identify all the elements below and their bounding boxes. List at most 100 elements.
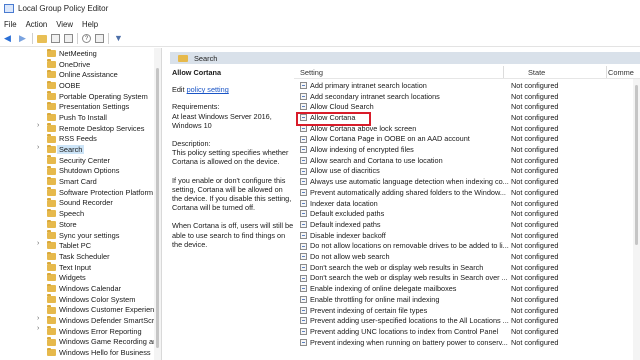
setting-row[interactable]: Allow use of diacritics Not configured (294, 166, 640, 177)
forward-arrow-icon[interactable]: ▶ (17, 33, 28, 44)
back-arrow-icon[interactable]: ◀ (2, 33, 13, 44)
tree-scrollbar[interactable] (154, 48, 161, 360)
setting-row[interactable]: Prevent indexing of certain file types No… (294, 305, 640, 316)
setting-row[interactable]: Allow indexing of encrypted files Not con… (294, 144, 640, 155)
tree-item[interactable]: Push To Install (0, 112, 161, 123)
tree-item[interactable]: Store (0, 219, 161, 230)
chevron-right-icon[interactable]: › (37, 122, 39, 129)
tree-item[interactable]: Windows Calendar (0, 283, 161, 294)
filter-icon[interactable]: ▼ (113, 33, 124, 44)
setting-name: Prevent automatically adding shared fold… (310, 187, 506, 197)
tree-item[interactable]: Widgets (0, 272, 161, 283)
menu-view[interactable]: View (56, 20, 73, 29)
chevron-right-icon[interactable]: › (37, 315, 39, 322)
tree-item[interactable]: › Windows Error Reporting (0, 325, 161, 337)
toolbar-separator (77, 33, 78, 44)
tree-item[interactable]: Windows Customer Experience (0, 305, 161, 316)
title-bar: Local Group Policy Editor (0, 0, 640, 17)
list-scrollbar[interactable] (633, 79, 640, 360)
setting-name: Do not allow locations on removable driv… (310, 241, 509, 251)
menu-bar: File Action View Help (0, 17, 640, 31)
tree-item[interactable]: › Windows Defender SmartScree (0, 315, 161, 326)
tree-item[interactable]: › Tablet PC (0, 240, 161, 251)
setting-row[interactable]: Add primary intranet search location Not … (294, 80, 640, 91)
setting-row[interactable]: Default indexed paths Not configured (294, 219, 640, 230)
setting-row[interactable]: Prevent indexing when running on battery… (294, 337, 640, 348)
chevron-right-icon[interactable]: › (37, 240, 39, 247)
setting-row[interactable]: Enable indexing of online delegate mailb… (294, 283, 640, 294)
tree-item[interactable]: Portable Operating System (0, 91, 161, 102)
setting-row[interactable]: Do not allow web search Not configured (294, 251, 640, 262)
folder-icon (47, 294, 56, 303)
tree-item-label: Search (57, 145, 85, 155)
tree-item[interactable]: Windows Game Recording and (0, 337, 161, 348)
tree-item[interactable]: Presentation Settings (0, 101, 161, 112)
tree-item[interactable]: OOBE (0, 80, 161, 91)
folder-icon (47, 187, 56, 196)
edit-policy-link[interactable]: policy setting (187, 85, 229, 94)
setting-row[interactable]: Allow Cortana Page in OOBE on an AAD acc… (294, 134, 640, 145)
setting-name: Allow use of diacritics (310, 166, 380, 176)
tree-item[interactable]: › Remote Desktop Services (0, 122, 161, 134)
list-scroll-thumb[interactable] (635, 85, 638, 245)
tree-item[interactable]: Sound Recorder (0, 198, 161, 209)
setting-row[interactable]: Prevent adding UNC locations to index fr… (294, 326, 640, 337)
properties-icon[interactable] (95, 34, 104, 43)
folder-icon (47, 219, 56, 228)
tree-item[interactable]: OneDrive (0, 59, 161, 70)
export-list-icon[interactable] (64, 34, 73, 43)
setting-row[interactable]: Default excluded paths Not configured (294, 208, 640, 219)
column-setting[interactable]: Setting (300, 68, 323, 77)
column-state[interactable]: State (528, 68, 545, 77)
tree-item[interactable]: Software Protection Platform (0, 187, 161, 198)
chevron-right-icon[interactable]: › (37, 325, 39, 332)
column-divider[interactable] (606, 66, 607, 78)
tree-item[interactable]: Security Center (0, 155, 161, 166)
tree-item-label: RSS Feeds (59, 134, 97, 144)
show-hide-tree-icon[interactable] (51, 34, 60, 43)
setting-row[interactable]: Prevent automatically adding shared fold… (294, 187, 640, 198)
tree-item[interactable]: NetMeeting (0, 48, 161, 59)
menu-file[interactable]: File (4, 20, 17, 29)
setting-row[interactable]: Allow Cloud Search Not configured (294, 101, 640, 112)
policy-setting-icon (300, 274, 307, 282)
setting-row[interactable]: Disable indexer backoff Not configured (294, 230, 640, 241)
setting-row[interactable]: Do not allow locations on removable driv… (294, 241, 640, 252)
setting-row[interactable]: Always use automatic language detection … (294, 176, 640, 187)
tree-item[interactable]: Windows Color System (0, 294, 161, 305)
tree-item[interactable]: Smart Card (0, 176, 161, 187)
tree-item[interactable]: › Search (0, 144, 161, 155)
list-header: Setting State Comme (294, 66, 640, 79)
setting-row[interactable]: Don't search the web or display web resu… (294, 262, 640, 273)
setting-row[interactable]: Don't search the web or display web resu… (294, 273, 640, 284)
tree-item[interactable]: RSS Feeds (0, 134, 161, 145)
setting-name: Always use automatic language detection … (310, 177, 509, 187)
up-folder-icon[interactable] (37, 34, 47, 43)
menu-action[interactable]: Action (26, 20, 48, 29)
folder-icon (47, 176, 56, 186)
tree-item-label: Windows Color System (59, 294, 136, 304)
tree-item[interactable]: Shutdown Options (0, 166, 161, 177)
tree-item[interactable]: Task Scheduler (0, 251, 161, 262)
setting-state: Not configured (511, 145, 559, 155)
setting-row[interactable]: Prevent adding user-specified locations … (294, 315, 640, 326)
chevron-right-icon[interactable]: › (37, 144, 39, 151)
tree-item-label: Presentation Settings (59, 102, 130, 112)
setting-state: Not configured (511, 252, 559, 262)
policy-setting-icon (300, 167, 307, 175)
tree-scroll-thumb[interactable] (156, 68, 159, 348)
setting-row[interactable]: Add secondary intranet search locations N… (294, 91, 640, 102)
setting-row[interactable]: Indexer data location Not configured (294, 198, 640, 209)
tree-item[interactable]: Speech (0, 208, 161, 219)
tree-item[interactable]: Sync your settings (0, 230, 161, 241)
column-divider[interactable] (503, 66, 504, 78)
setting-row[interactable]: Allow search and Cortana to use location… (294, 155, 640, 166)
help-icon[interactable]: ? (82, 34, 91, 43)
column-comment[interactable]: Comme (608, 68, 634, 77)
setting-row[interactable]: Enable throttling for online mail indexi… (294, 294, 640, 305)
tree-item[interactable]: Windows Hello for Business (0, 347, 161, 358)
tree-item[interactable]: Online Assistance (0, 69, 161, 80)
menu-help[interactable]: Help (82, 20, 98, 29)
policy-setting-icon (300, 92, 307, 100)
tree-item[interactable]: Text Input (0, 262, 161, 273)
